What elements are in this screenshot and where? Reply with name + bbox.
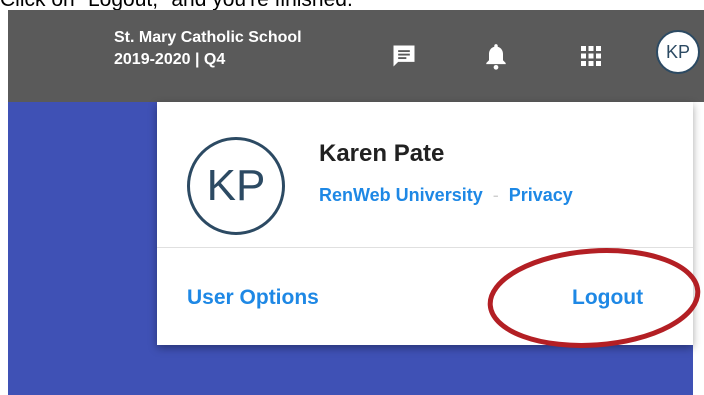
instruction-caption: Click on "Logout," and you're finished. bbox=[0, 0, 704, 10]
profile-links: RenWeb University - Privacy bbox=[319, 185, 573, 206]
bell-icon[interactable] bbox=[478, 38, 514, 74]
user-options-button[interactable]: User Options bbox=[187, 286, 319, 310]
user-avatar-button[interactable]: KP bbox=[656, 30, 700, 74]
school-name: St. Mary Catholic School bbox=[114, 29, 302, 46]
term-label: 2019-2020 | Q4 bbox=[114, 51, 226, 68]
highlight-ellipse bbox=[487, 248, 701, 348]
school-info: St. Mary Catholic School 2019-2020 | Q4 bbox=[114, 27, 302, 71]
top-bar: St. Mary Catholic School 2019-2020 | Q4 … bbox=[8, 10, 704, 102]
privacy-link[interactable]: Privacy bbox=[509, 185, 573, 205]
message-icon[interactable] bbox=[386, 38, 422, 74]
renweb-university-link[interactable]: RenWeb University bbox=[319, 185, 483, 205]
profile-avatar: KP bbox=[187, 137, 285, 235]
link-separator: - bbox=[492, 185, 499, 205]
user-name: Karen Pate bbox=[319, 140, 445, 167]
apps-grid-icon[interactable] bbox=[573, 38, 609, 74]
